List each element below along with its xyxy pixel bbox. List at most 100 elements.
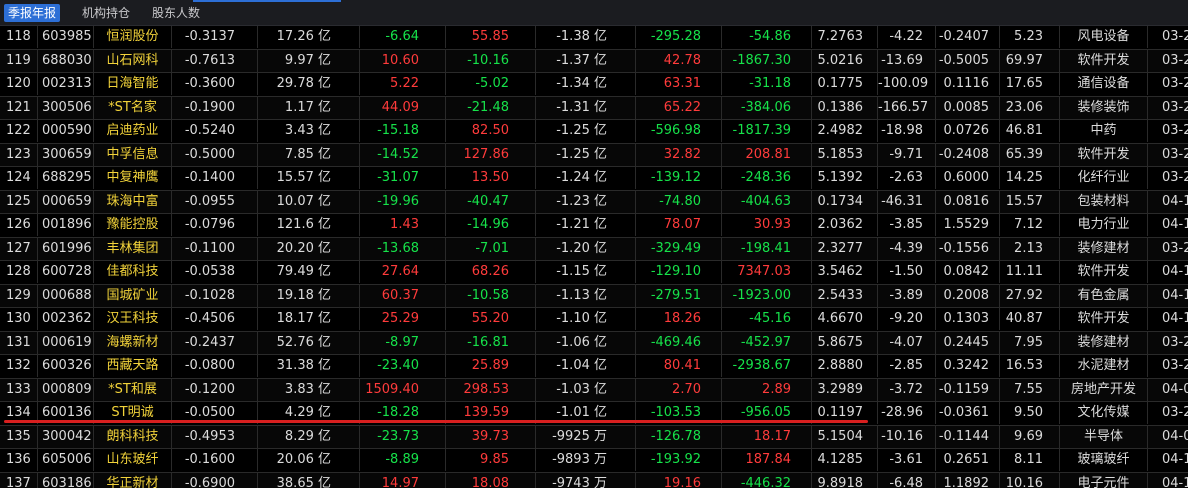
table-row[interactable]: 119 688030 山石网科 -0.7613 9.97 亿 10.60 -10.16 -1.… — [0, 49, 1188, 73]
stock-code-cell[interactable]: 603985 — [38, 26, 94, 48]
stock-name-cell[interactable]: 汉王科技 — [94, 308, 172, 330]
metric-f-cell: 3.5462 — [812, 261, 878, 283]
market-cap-cell: 79.49 亿 — [258, 261, 360, 283]
table-row[interactable]: 129 000688 国城矿业 -0.1028 19.18 亿 60.37 -10.58 -1… — [0, 284, 1188, 308]
table-row[interactable]: 122 000590 启迪药业 -0.5240 3.43 亿 -15.18 82.50 -1.… — [0, 120, 1188, 144]
stock-code-cell[interactable]: 002362 — [38, 308, 94, 330]
growth-c-cell: 55.85 — [446, 26, 536, 48]
growth-d-cell: -74.80 — [636, 190, 722, 213]
stock-code-cell[interactable]: 300506 — [38, 96, 94, 119]
market-cap-cell: 3.83 亿 — [258, 378, 360, 401]
stock-code-cell[interactable]: 600728 — [38, 261, 94, 283]
growth-d-cell: -193.92 — [636, 449, 722, 471]
metric-h-cell: -0.1144 — [936, 425, 1000, 448]
growth-d-cell: 78.07 — [636, 214, 722, 236]
metric-i-cell: 5.23 — [1000, 26, 1060, 48]
table-row[interactable]: 118 603985 恒润股份 -0.3137 17.26 亿 -6.64 55.85 -1.… — [0, 26, 1188, 50]
stock-name-cell[interactable]: 恒润股份 — [94, 26, 172, 48]
net-flow-cell: -1.10 亿 — [536, 308, 636, 330]
stock-code-cell[interactable]: 688295 — [38, 167, 94, 189]
growth-e-cell: 7347.03 — [722, 261, 812, 283]
tab-institutional-holdings[interactable]: 机构持仓 — [78, 4, 134, 22]
stock-code-cell[interactable]: 600326 — [38, 355, 94, 377]
stock-name-cell[interactable]: 中复神鹰 — [94, 167, 172, 189]
eps-value-cell: -0.1100 — [172, 237, 258, 260]
stock-name-cell[interactable]: 中孚信息 — [94, 143, 172, 166]
net-flow-cell: -9925 万 — [536, 425, 636, 448]
industry-cell: 软件开发 — [1060, 143, 1148, 166]
stock-name-cell[interactable]: 启迪药业 — [94, 120, 172, 142]
stock-code-cell[interactable]: 000590 — [38, 120, 94, 142]
stock-name-cell[interactable]: 豫能控股 — [94, 214, 172, 236]
table-row[interactable]: 123 300659 中孚信息 -0.5000 7.85 亿 -14.52 127.86 -1… — [0, 143, 1188, 167]
table-row[interactable]: 137 603186 华正新材 -0.6900 38.65 亿 14.97 18.08 -97… — [0, 472, 1188, 488]
stock-name-cell[interactable]: 朗科科技 — [94, 425, 172, 448]
metric-f-cell: 5.1853 — [812, 143, 878, 166]
metric-g-cell: -3.89 — [878, 284, 936, 307]
stock-code-cell[interactable]: 000809 — [38, 378, 94, 401]
eps-value-cell: -0.2437 — [172, 331, 258, 354]
eps-value-cell: -0.0538 — [172, 261, 258, 283]
metric-i-cell: 14.25 — [1000, 167, 1060, 189]
stock-name-cell[interactable]: 华正新材 — [94, 472, 172, 488]
stock-name-cell[interactable]: 珠海中富 — [94, 190, 172, 213]
growth-b-cell: 25.29 — [360, 308, 446, 330]
tab-annual-quarterly-report[interactable]: 季报年报 — [4, 4, 61, 22]
table-row[interactable]: 126 001896 豫能控股 -0.0796 121.6 亿 1.43 -14.96 -1.… — [0, 214, 1188, 238]
stock-name-cell[interactable]: 海螺新材 — [94, 331, 172, 354]
stock-name-cell[interactable]: 日海智能 — [94, 73, 172, 95]
table-row[interactable]: 131 000619 海螺新材 -0.2437 52.76 亿 -8.97 -16.81 -1… — [0, 331, 1188, 355]
metric-f-cell: 0.1386 — [812, 96, 878, 119]
table-row[interactable]: 132 600326 西藏天路 -0.0800 31.38 亿 -23.40 25.89 -1… — [0, 355, 1188, 379]
table-row[interactable]: 125 000659 珠海中富 -0.0955 10.07 亿 -19.96 -40.47-… — [0, 190, 1188, 214]
table-row[interactable]: 127 601996 丰林集团 -0.1100 20.20 亿 -13.68 -7.01 -1… — [0, 237, 1188, 261]
industry-cell: 房地产开发 — [1060, 378, 1148, 401]
growth-e-cell: -2938.67 — [722, 355, 812, 377]
stock-code-cell[interactable]: 688030 — [38, 49, 94, 72]
tab-shareholder-count[interactable]: 股东人数 — [148, 4, 204, 22]
table-row[interactable]: 121 300506 *ST名家 -0.1900 1.17 亿 44.09 -21.48 -1… — [0, 96, 1188, 120]
stock-code-cell[interactable]: 603186 — [38, 472, 94, 488]
stock-name-cell[interactable]: *ST和展 — [94, 378, 172, 401]
growth-c-cell: 39.73 — [446, 425, 536, 448]
market-cap-cell: 8.29 亿 — [258, 425, 360, 448]
stock-code-cell[interactable]: 001896 — [38, 214, 94, 236]
report-date-cell: 03-2 — [1162, 334, 1188, 350]
table-row[interactable]: 133 000809 *ST和展 -0.1200 3.83 亿 1509.40 298.53… — [0, 378, 1188, 402]
stock-name-cell[interactable]: 山石网科 — [94, 49, 172, 72]
net-flow-cell: -1.15 亿 — [536, 261, 636, 283]
table-row[interactable]: 136 605006 山东玻纤 -0.1600 20.06 亿 -8.89 9.85 -989… — [0, 449, 1188, 473]
stock-code-cell[interactable]: 002313 — [38, 73, 94, 95]
net-flow-cell: -9743 万 — [536, 472, 636, 488]
table-row[interactable]: 120 002313 日海智能 -0.3600 29.78 亿 5.22 -5.02 -1.3… — [0, 73, 1188, 97]
stock-code-cell[interactable]: 601996 — [38, 237, 94, 260]
table-row[interactable]: 130 002362 汉王科技 -0.4506 18.17 亿 25.29 55.20 -1.… — [0, 308, 1188, 332]
net-flow-cell: -1.21 亿 — [536, 214, 636, 236]
stock-name-cell[interactable]: *ST名家 — [94, 96, 172, 119]
stock-code-cell[interactable]: 000619 — [38, 331, 94, 354]
stock-name-cell[interactable]: 国城矿业 — [94, 284, 172, 307]
table-row[interactable]: 128 600728 佳都科技 -0.0538 79.49 亿 27.64 68.26 -1.… — [0, 261, 1188, 285]
table-row[interactable]: 124 688295 中复神鹰 -0.1400 15.57 亿 -31.07 13.50 -1… — [0, 167, 1188, 191]
stock-code-cell[interactable]: 000659 — [38, 190, 94, 213]
growth-c-cell: -14.96 — [446, 214, 536, 236]
row-index-cell: 124 — [0, 167, 38, 189]
stock-code-cell[interactable]: 000688 — [38, 284, 94, 307]
stock-code-cell[interactable]: 300659 — [38, 143, 94, 166]
stock-name-cell[interactable]: 佳都科技 — [94, 261, 172, 283]
metric-g-cell: -166.57 — [878, 96, 936, 119]
stock-code-cell[interactable]: 300042 — [38, 425, 94, 448]
stock-name-cell[interactable]: 丰林集团 — [94, 237, 172, 260]
metric-h-cell: -0.0361 — [936, 402, 1000, 424]
metric-h-cell: 0.6000 — [936, 167, 1000, 189]
stock-name-cell[interactable]: 西藏天路 — [94, 355, 172, 377]
growth-c-cell: 9.85 — [446, 449, 536, 471]
growth-d-cell: 80.41 — [636, 355, 722, 377]
stock-code-cell[interactable]: 605006 — [38, 449, 94, 471]
report-date-cell: 04-1 — [1162, 452, 1188, 467]
industry-cell: 装修装饰 — [1060, 96, 1148, 119]
row-index-cell: 131 — [0, 331, 38, 354]
stock-name-cell[interactable]: 山东玻纤 — [94, 449, 172, 471]
table-row[interactable]: 135 300042 朗科科技 -0.4953 8.29 亿 -23.73 39.73 -99… — [0, 425, 1188, 449]
eps-value-cell: -0.4953 — [172, 425, 258, 448]
